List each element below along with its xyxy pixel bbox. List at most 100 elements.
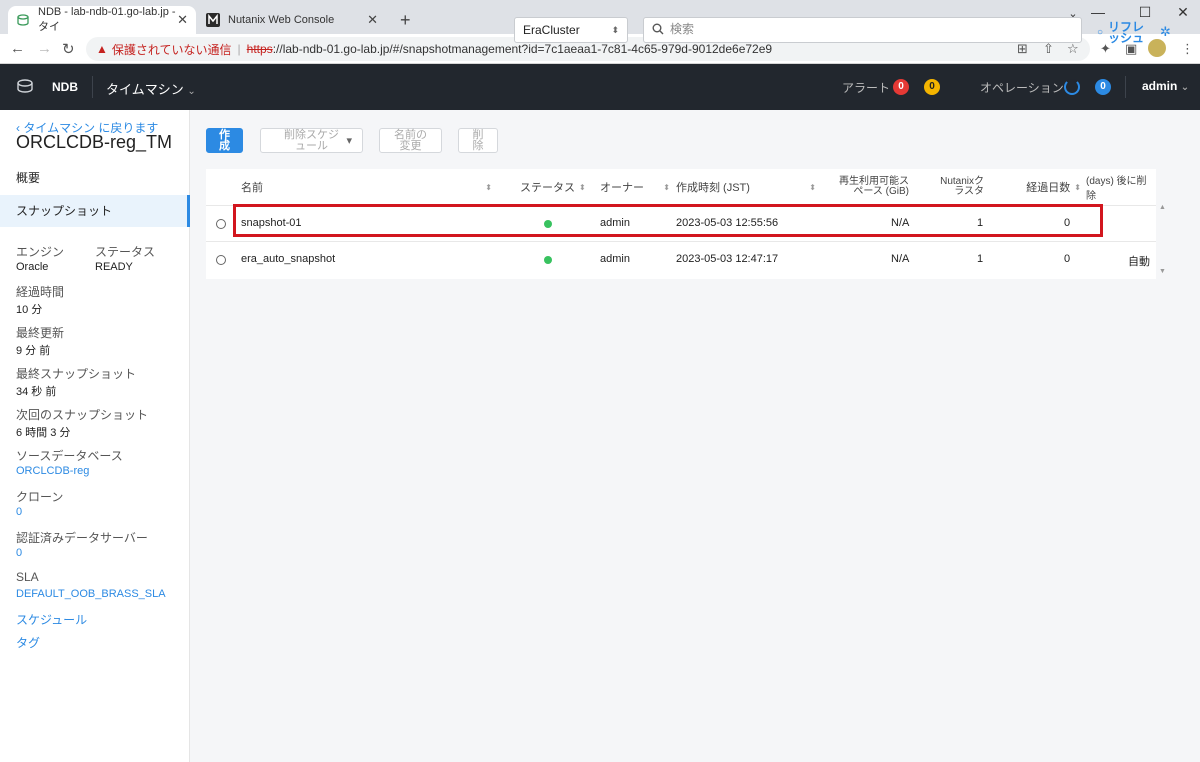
minimize-button[interactable]: — xyxy=(1083,4,1113,20)
alerts-label[interactable]: アラート xyxy=(842,79,890,96)
alert-critical-badge[interactable]: 0 xyxy=(893,79,909,95)
sla-link[interactable]: DEFAULT_OOB_BRASS_SLA xyxy=(16,588,166,600)
scroll-down-icon[interactable]: ▼ xyxy=(1159,268,1166,275)
reload-icon[interactable]: ↻ xyxy=(62,40,75,58)
sidebar-item-overview[interactable]: 概要 xyxy=(0,162,190,194)
chevron-down-icon: ⌄ xyxy=(187,86,196,97)
delete-schedule-button[interactable]: 削除スケジ ュール ▾ xyxy=(260,128,363,153)
detail-label: 認証済みデータサーバー xyxy=(16,531,148,545)
browser-tab-title: NDB - lab-ndb-01.go-lab.jp - タイ xyxy=(38,6,176,33)
app-header: NDB タイムマシン ⌄ アラート 0 0 オペレーション 0 admin ⌄ xyxy=(0,64,1200,110)
operations-count-badge[interactable]: 0 xyxy=(1095,79,1111,95)
ndb-logo-icon[interactable] xyxy=(16,77,34,98)
sort-icon: ⬍ xyxy=(809,182,816,192)
column-header-label: (days) 後に削除 xyxy=(1086,176,1147,202)
close-tab-icon[interactable]: ✕ xyxy=(367,12,378,28)
row-select-radio[interactable] xyxy=(216,219,226,229)
new-tab-button[interactable]: + xyxy=(392,6,419,34)
table-row[interactable]: era_auto_snapshot admin 2023-05-03 12:47… xyxy=(206,241,1156,277)
plus-icon: + xyxy=(400,9,411,30)
browser-menu-icon[interactable]: ⋮ xyxy=(1181,41,1194,57)
rename-button[interactable]: 名前の 変更 xyxy=(379,128,442,153)
url-separator: | xyxy=(237,42,241,56)
security-warning-text: 保護されていない通信 xyxy=(111,42,232,57)
column-header-label: ラスタ xyxy=(954,186,984,197)
reclaimable-space-cell: N/A xyxy=(891,253,910,265)
cluster-select[interactable]: EraCluster ⬍ xyxy=(514,17,628,43)
column-header-reclaimable-space[interactable]: 再生利用可能ス ペース (GiB) xyxy=(834,173,909,201)
search-icon xyxy=(652,23,664,38)
create-button[interactable]: 作成 xyxy=(206,128,243,153)
page-title: ORCLCDB-reg_TM xyxy=(16,132,173,152)
chevron-down-icon: ⌄ xyxy=(1180,82,1190,93)
close-window-button[interactable]: ✕ xyxy=(1168,4,1198,21)
scroll-up-icon[interactable]: ▲ xyxy=(1159,204,1166,211)
detail-label: 経過時間 xyxy=(16,285,65,299)
tags-link[interactable]: タグ xyxy=(16,634,40,651)
sort-icon: ⬍ xyxy=(663,182,670,192)
column-header-status[interactable]: ステータス ⬍ xyxy=(520,173,602,201)
sort-icon: ⬍ xyxy=(579,182,586,192)
schedule-link[interactable]: スケジュール xyxy=(16,611,87,628)
bookmark-star-icon[interactable]: ☆ xyxy=(1067,41,1079,57)
status-label: ステータス xyxy=(95,245,156,259)
clones-link[interactable]: 0 xyxy=(16,506,22,518)
database-favicon-icon xyxy=(16,13,30,27)
age-cell: 0 xyxy=(1064,253,1071,265)
search-input[interactable] xyxy=(670,22,1070,36)
engine-value: Oracle xyxy=(16,261,49,273)
operations-label[interactable]: オペレーション xyxy=(980,79,1064,96)
app-brand: NDB xyxy=(52,80,78,94)
sidebar-item-snapshots[interactable]: スナップショット xyxy=(0,195,190,227)
share-icon[interactable]: ⇧ xyxy=(1043,41,1054,57)
profile-avatar[interactable] xyxy=(1148,39,1166,57)
table-scrollbar[interactable]: ▲ ▼ xyxy=(1158,204,1168,280)
toolbar: 作成 削除スケジ ュール ▾ 名前の 変更 削除 xyxy=(190,110,1200,160)
alert-warning-badge[interactable]: 0 xyxy=(924,79,940,95)
detail-label: 最終スナップショット xyxy=(16,367,137,381)
clusters-cell: 1 xyxy=(977,253,984,265)
detail-label: ソースデータベース xyxy=(16,449,123,463)
column-header-created[interactable]: 作成時刻 (JST) ⬍ xyxy=(676,173,816,201)
module-menu[interactable]: タイムマシン ⌄ xyxy=(106,79,196,98)
snapshot-name[interactable]: era_auto_snapshot xyxy=(241,253,335,265)
search-box[interactable] xyxy=(643,17,1082,43)
created-cell: 2023-05-03 12:47:17 xyxy=(676,253,779,265)
detail-label: 最終更新 xyxy=(16,326,65,340)
row-select-radio[interactable] xyxy=(216,255,226,265)
column-header-label: 経過日数 xyxy=(1026,182,1071,194)
column-header-label: ペース (GiB) xyxy=(853,186,909,197)
browser-tab-nutanix[interactable]: Nutanix Web Console ✕ xyxy=(198,6,386,34)
translate-icon[interactable]: ⊞ xyxy=(1017,41,1028,57)
forward-arrow-icon[interactable]: → xyxy=(37,40,52,57)
status-ok-icon xyxy=(544,256,552,264)
data-servers-link[interactable]: 0 xyxy=(16,547,22,559)
column-header-owner[interactable]: オーナー ⬍ xyxy=(600,173,670,201)
column-header-delete-after[interactable]: (days) 後に削除 xyxy=(1086,173,1154,202)
detail-label: クローン xyxy=(16,490,64,504)
close-tab-icon[interactable]: ✕ xyxy=(177,12,188,28)
rename-label: 変更 xyxy=(399,140,422,152)
column-header-name[interactable]: 名前 ⬍ xyxy=(241,173,496,201)
user-menu[interactable]: admin ⌄ xyxy=(1142,79,1189,93)
column-header-nutanix-clusters[interactable]: Nutanixク ラスタ xyxy=(926,173,984,201)
column-header-age[interactable]: 経過日数 ⬍ xyxy=(1021,173,1081,201)
engine-label: エンジン xyxy=(16,245,65,259)
refresh-label: ッシュ xyxy=(1108,31,1145,45)
browser-tab-title: Nutanix Web Console xyxy=(228,14,335,26)
sidebar: ‹ タイムマシン に戻ります ORCLCDB-reg_TM 概要 スナップショッ… xyxy=(0,110,190,762)
browser-tab-ndb[interactable]: NDB - lab-ndb-01.go-lab.jp - タイ ✕ xyxy=(8,6,196,34)
url-scheme: https xyxy=(246,42,273,56)
owner-cell: admin xyxy=(600,253,630,265)
back-arrow-icon[interactable]: ← xyxy=(10,40,25,57)
gear-icon[interactable]: ✲ xyxy=(1160,24,1171,40)
detail-value: 6 時間 3 分 xyxy=(16,427,71,439)
delete-schedule-label: ュール xyxy=(295,140,328,152)
source-database-link[interactable]: ORCLCDB-reg xyxy=(16,465,89,477)
delete-label: 除 xyxy=(472,140,484,152)
maximize-button[interactable]: ☐ xyxy=(1130,4,1160,21)
module-menu-label: タイムマシン xyxy=(106,82,184,97)
status-value: READY xyxy=(95,261,133,273)
delete-button[interactable]: 削除 xyxy=(458,128,498,153)
user-name: admin xyxy=(1142,79,1178,93)
